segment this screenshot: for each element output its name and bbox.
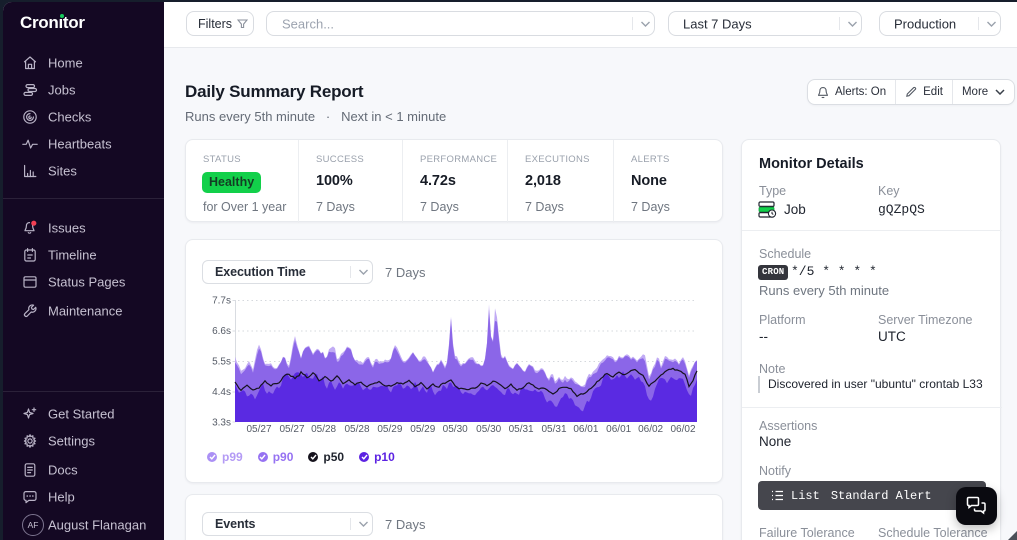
svg-text:05/30: 05/30 <box>443 424 468 435</box>
svg-text:06/02: 06/02 <box>638 424 663 435</box>
svg-text:05/27: 05/27 <box>279 424 304 435</box>
svg-text:6.6s: 6.6s <box>212 326 231 337</box>
svg-text:7.7s: 7.7s <box>212 296 231 307</box>
svg-text:05/29: 05/29 <box>410 424 435 435</box>
svg-text:4.4s: 4.4s <box>212 387 231 398</box>
svg-text:06/02: 06/02 <box>670 424 695 435</box>
svg-text:06/01: 06/01 <box>573 424 598 435</box>
svg-text:05/29: 05/29 <box>377 424 402 435</box>
svg-text:05/28: 05/28 <box>311 424 336 435</box>
svg-text:05/28: 05/28 <box>344 424 369 435</box>
svg-text:06/01: 06/01 <box>606 424 631 435</box>
svg-text:05/31: 05/31 <box>509 424 534 435</box>
svg-text:05/30: 05/30 <box>476 424 501 435</box>
svg-text:3.3s: 3.3s <box>212 418 231 429</box>
svg-text:05/27: 05/27 <box>246 424 271 435</box>
svg-text:05/31: 05/31 <box>541 424 566 435</box>
svg-text:5.5s: 5.5s <box>212 357 231 368</box>
